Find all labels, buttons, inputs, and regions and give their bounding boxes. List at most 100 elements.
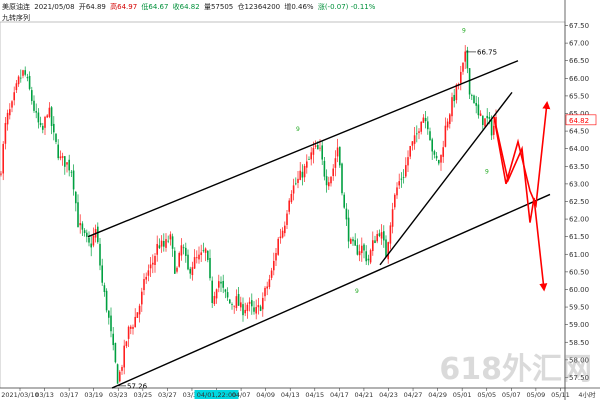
- x-tick-label: 2021/03/10: [1, 391, 38, 399]
- candle-body: [398, 181, 400, 186]
- candle-body: [158, 245, 161, 249]
- candle-body: [387, 242, 389, 260]
- candle-body: [429, 131, 431, 141]
- candle-body: [332, 168, 334, 177]
- candle-body: [11, 101, 13, 108]
- candle-body: [418, 131, 420, 133]
- td-count-label: 9: [485, 168, 489, 175]
- candle-body: [275, 253, 277, 261]
- candle-body: [235, 296, 238, 309]
- candle-body: [347, 217, 350, 242]
- candle-body: [442, 147, 444, 157]
- candle-body: [259, 306, 262, 311]
- candle-body: [178, 252, 180, 267]
- candle-body: [191, 267, 194, 276]
- x-tick-label: 04/29: [428, 391, 447, 399]
- candle-body: [176, 267, 178, 272]
- candle-body: [33, 100, 35, 111]
- candle-body: [363, 244, 365, 251]
- candle-body: [262, 297, 264, 310]
- candle-body: [402, 177, 405, 179]
- candle-body: [471, 95, 473, 96]
- candle-body: [108, 310, 110, 318]
- y-tick-label: 67.50: [569, 22, 589, 30]
- candle-body: [242, 304, 244, 316]
- y-tick-label: 64.50: [569, 128, 589, 136]
- candle-body: [427, 121, 429, 130]
- candle-body: [22, 70, 24, 76]
- y-tick-label: 60.00: [569, 286, 589, 294]
- candle-body: [229, 299, 231, 304]
- candle-body: [248, 301, 251, 304]
- candle-body: [251, 300, 253, 307]
- x-tick-label: 04/13: [281, 391, 300, 399]
- candle-body: [312, 147, 315, 155]
- candle-body: [295, 183, 297, 185]
- candle-body: [127, 326, 130, 339]
- y-tick-label: 63.00: [569, 180, 589, 188]
- candle-body: [310, 152, 312, 160]
- candle-body: [57, 144, 59, 159]
- candle-body: [55, 133, 57, 142]
- y-tick-label: 67.00: [569, 40, 589, 48]
- candle-body: [396, 187, 398, 196]
- x-tick-label: 03/13: [35, 391, 54, 399]
- candle-body: [341, 163, 343, 194]
- y-tick-label: 62.00: [569, 216, 589, 224]
- candle-body: [198, 254, 200, 260]
- x-tick-label: 05/05: [477, 391, 496, 399]
- candle-body: [336, 147, 339, 157]
- candle-body: [237, 294, 240, 306]
- candle-body: [86, 232, 88, 237]
- y-tick-label: 59.50: [569, 304, 589, 312]
- candle-body: [416, 133, 418, 135]
- x-tick-label: 03/17: [60, 391, 79, 399]
- candle-body: [319, 147, 321, 149]
- candle-body: [4, 123, 7, 144]
- candle-body: [79, 223, 81, 226]
- candle-body: [6, 112, 9, 125]
- candle-body: [446, 121, 449, 128]
- candle-body: [0, 173, 2, 175]
- candle-body: [466, 50, 469, 69]
- candle-body: [321, 145, 323, 160]
- candle-body: [380, 232, 383, 239]
- candle-body: [83, 230, 86, 234]
- y-tick-label: 61.00: [569, 251, 589, 259]
- candle-body: [277, 238, 279, 255]
- candle-body: [75, 191, 77, 204]
- candle-body: [270, 270, 273, 278]
- y-tick-label: 63.50: [569, 163, 589, 171]
- y-tick-label: 60.50: [569, 268, 589, 276]
- candle-body: [343, 194, 345, 208]
- candle-body: [356, 245, 359, 255]
- candle-body: [385, 239, 387, 258]
- candle-body: [68, 159, 70, 171]
- x-tick-label: 05/09: [527, 391, 546, 399]
- candle-body: [484, 118, 486, 127]
- y-tick-label: 66.50: [569, 57, 589, 65]
- candle-body: [39, 122, 42, 126]
- candle-body: [460, 71, 462, 84]
- candle-body: [37, 112, 40, 123]
- watermark: 618外汇网: [439, 352, 592, 387]
- candle-body: [187, 254, 189, 270]
- candle-body: [308, 159, 310, 160]
- candle-body: [9, 109, 11, 116]
- candle-body: [50, 107, 53, 126]
- candle-body: [413, 135, 416, 144]
- high-annotation: 66.75: [477, 48, 497, 56]
- y-tick-label: 64.00: [569, 145, 589, 153]
- candle-body: [482, 115, 484, 125]
- candle-body: [303, 165, 306, 178]
- x-tick-label: 03/27: [158, 391, 177, 399]
- candle-body: [477, 104, 480, 116]
- candle-body: [422, 117, 425, 123]
- candle-body: [444, 125, 447, 147]
- candle-body: [189, 268, 191, 274]
- candle-body: [323, 160, 326, 177]
- price-chart[interactable]: 57.5058.0058.5059.0059.5060.0060.5061.00…: [0, 0, 600, 400]
- candle-body: [134, 316, 136, 328]
- candle-body: [174, 250, 176, 274]
- candle-body: [424, 118, 427, 122]
